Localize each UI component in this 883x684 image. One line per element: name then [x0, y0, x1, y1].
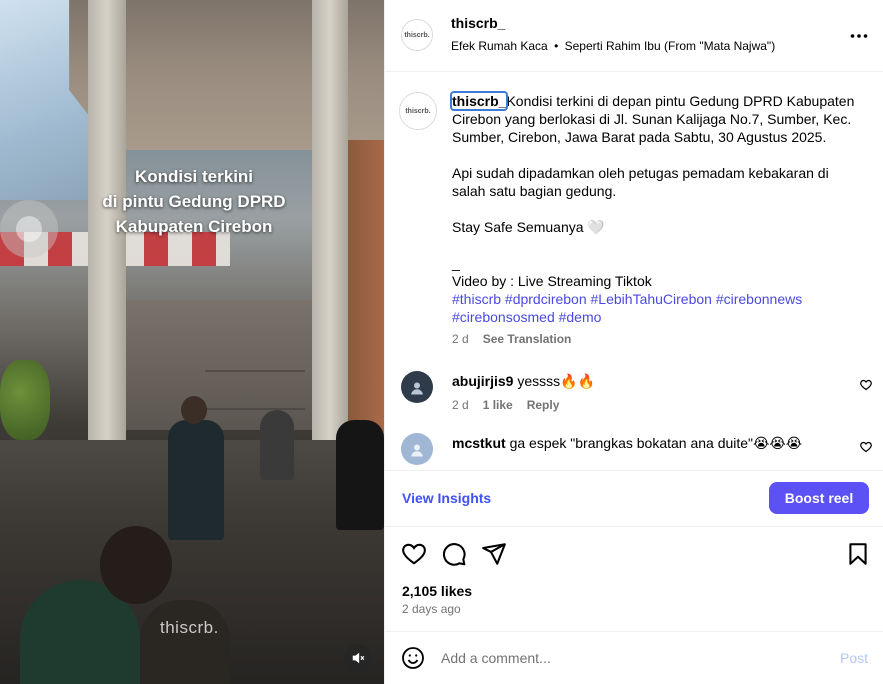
- comment-username[interactable]: abujirjis9: [452, 373, 513, 389]
- post-caption: thiscrb_Kondisi terkini di depan pintu G…: [449, 91, 859, 326]
- more-options-button[interactable]: [847, 24, 871, 48]
- caption-hashtags[interactable]: #thiscrb #dprdcirebon #LebihTahuCirebon …: [452, 291, 802, 307]
- post-detail-panel: thiscrb. thiscrb_ Efek Rumah Kaca • Sepe…: [384, 0, 883, 684]
- comment-body: ga espek "brangkas bokatan ana duite"😭😭😭: [509, 435, 803, 451]
- comment-item: abujirjis9 yessss🔥🔥 2 d 1 like Reply: [385, 371, 883, 412]
- comment-username[interactable]: mcstkut: [452, 435, 506, 451]
- comment-like-button[interactable]: [860, 440, 872, 458]
- video-person: [260, 410, 294, 480]
- comment-like-button[interactable]: [860, 378, 872, 396]
- post-date[interactable]: 2 days ago: [402, 602, 461, 616]
- video-person-head: [181, 396, 207, 424]
- comment-button[interactable]: [441, 541, 467, 567]
- caption-meta: 2 d See Translation: [452, 332, 856, 346]
- post-actions: 2,105 likes 2 days ago: [385, 527, 883, 631]
- video-person: [168, 420, 224, 540]
- video-watermark: thiscrb.: [160, 618, 219, 637]
- add-comment-bar: Post: [385, 631, 883, 684]
- comment-time[interactable]: 2 d: [452, 398, 469, 412]
- comment-text: abujirjis9 yessss🔥🔥: [452, 372, 844, 390]
- comment-text: mcstkut ga espek "brangkas bokatan ana d…: [452, 434, 844, 452]
- user-icon: [411, 382, 423, 395]
- caption-text: Stay Safe Semuanya 🤍: [452, 219, 605, 235]
- heart-icon: [402, 543, 426, 565]
- caption-text: Api sudah dipadamkan oleh petugas pemada…: [452, 165, 833, 199]
- video-tree: [0, 360, 50, 440]
- comments-scroll-area[interactable]: thiscrb. thiscrb_Kondisi terkini di depa…: [385, 72, 883, 470]
- caption-text: _: [452, 255, 460, 271]
- post-comment-button[interactable]: Post: [840, 650, 868, 666]
- save-button[interactable]: [845, 541, 871, 567]
- overlay-line: Kondisi terkini: [134, 167, 254, 186]
- boost-reel-button[interactable]: Boost reel: [769, 482, 869, 514]
- video-overlay-text: Kondisi terkini di pintu Gedung DPRD Kab…: [86, 164, 302, 239]
- caption-text: Video by : Live Streaming Tiktok: [452, 273, 652, 289]
- audio-attribution[interactable]: Efek Rumah Kaca • Seperti Rahim Ibu (Fro…: [451, 39, 775, 53]
- avatar[interactable]: [401, 371, 433, 403]
- view-insights-link[interactable]: View Insights: [402, 490, 491, 506]
- reply-button[interactable]: Reply: [527, 398, 560, 412]
- post-header: thiscrb. thiscrb_ Efek Rumah Kaca • Sepe…: [385, 0, 883, 72]
- overlay-line: Kabupaten Cirebon: [115, 217, 273, 236]
- heart-icon: [860, 379, 872, 391]
- avatar[interactable]: [401, 433, 433, 465]
- caption-text: Kondisi terkini di depan pintu Gedung DP…: [452, 93, 859, 145]
- insights-bar: View Insights Boost reel: [385, 470, 883, 527]
- speaker-muted-icon: [352, 652, 365, 664]
- audio-artist: Efek Rumah Kaca: [451, 39, 548, 53]
- heart-icon: [860, 441, 872, 453]
- mute-button[interactable]: [344, 644, 372, 672]
- emoji-icon: [402, 647, 424, 669]
- video-wall: [125, 300, 315, 430]
- video-pillar: [348, 140, 384, 440]
- video-person: [140, 600, 230, 684]
- see-translation-link[interactable]: See Translation: [483, 332, 572, 346]
- caption-username[interactable]: thiscrb_: [449, 91, 509, 111]
- overlay-line: di pintu Gedung DPRD: [102, 192, 286, 211]
- comment-body: yessss🔥🔥: [517, 373, 596, 389]
- video-person: [336, 420, 384, 530]
- header-username[interactable]: thiscrb_: [451, 15, 505, 31]
- like-button[interactable]: [401, 541, 427, 567]
- send-icon: [482, 543, 506, 565]
- audio-title: Seperti Rahim Ibu (From "Mata Najwa"): [564, 39, 776, 53]
- caption-row: thiscrb. thiscrb_Kondisi terkini di depa…: [385, 72, 883, 346]
- caption-hashtags[interactable]: #cirebonsosmed #demo: [452, 309, 601, 325]
- video-left-circle-button[interactable]: [0, 200, 58, 258]
- reel-video[interactable]: Kondisi terkini di pintu Gedung DPRD Kab…: [0, 0, 384, 684]
- avatar[interactable]: thiscrb.: [399, 92, 437, 130]
- comment-icon: [442, 543, 466, 566]
- comment-likes[interactable]: 1 like: [483, 398, 513, 412]
- audio-separator: •: [554, 39, 559, 53]
- video-pillar: [312, 0, 348, 440]
- more-horizontal-icon: [850, 34, 868, 38]
- user-icon: [411, 444, 423, 457]
- comment-meta: 2 d 1 like Reply: [452, 398, 844, 412]
- bookmark-icon: [849, 543, 867, 565]
- emoji-button[interactable]: [401, 646, 425, 670]
- comment-item: mcstkut ga espek "brangkas bokatan ana d…: [385, 433, 883, 465]
- video-person-head: [100, 526, 172, 604]
- avatar-text: thiscrb.: [404, 31, 430, 39]
- avatar[interactable]: thiscrb.: [401, 19, 433, 51]
- video-graffiti: [205, 370, 305, 410]
- share-button[interactable]: [481, 541, 507, 567]
- likes-count[interactable]: 2,105 likes: [402, 583, 472, 599]
- comment-input[interactable]: [441, 646, 821, 670]
- caption-time[interactable]: 2 d: [452, 332, 469, 346]
- avatar-text: thiscrb.: [405, 107, 431, 115]
